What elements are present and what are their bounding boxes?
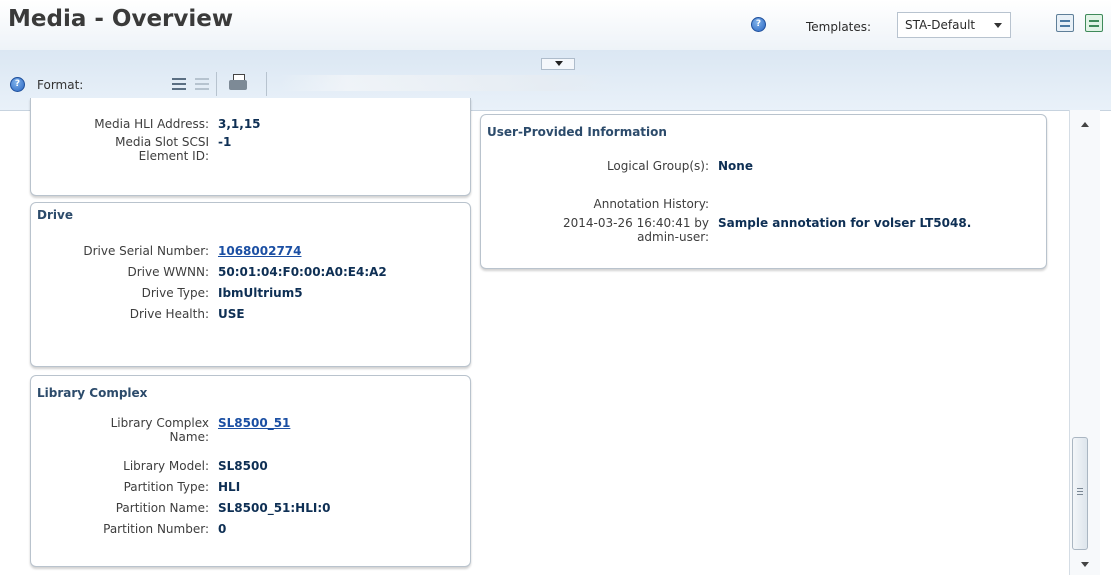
annotation-meta: 2014-03-26 16:40:41 by admin-user: xyxy=(563,216,709,244)
scroll-up-arrow-icon[interactable] xyxy=(1081,122,1089,127)
field-label: Drive Health: xyxy=(129,307,209,321)
field-label: Drive Type: xyxy=(141,286,209,300)
field-label: Media HLI Address: xyxy=(94,117,209,131)
grid-format-icon[interactable] xyxy=(195,78,209,90)
media-slot-scsi-value: -1 xyxy=(218,135,232,149)
library-model-value: SL8500 xyxy=(218,459,268,473)
list-format-icon[interactable] xyxy=(172,78,186,90)
format-help-icon[interactable]: ? xyxy=(10,77,25,92)
scroll-thumb[interactable] xyxy=(1072,437,1088,550)
help-icon[interactable]: ? xyxy=(751,17,766,32)
media-hli-address-value: 3,1,15 xyxy=(218,117,261,131)
format-label: Format: xyxy=(37,78,84,92)
panel-title: Drive xyxy=(37,208,73,222)
partition-type-value: HLI xyxy=(218,480,241,494)
templates-label: Templates: xyxy=(806,20,872,34)
grip-icon xyxy=(1077,488,1083,496)
drive-wwnn-value: 50:01:04:F0:00:A0:E4:A2 xyxy=(218,265,387,279)
chevron-down-icon xyxy=(994,23,1002,28)
toolbar-divider xyxy=(266,72,267,96)
annotation-text: Sample annotation for volser LT5048. xyxy=(718,216,972,230)
media-panel: Media HLI Address: 3,1,15 Media Slot SCS… xyxy=(30,98,471,196)
manage-template-icon[interactable] xyxy=(1085,14,1103,32)
field-label: Partition Number: xyxy=(103,522,209,536)
page-title: Media - Overview xyxy=(8,6,234,32)
field-label: Drive Serial Number: xyxy=(83,244,209,258)
print-icon[interactable] xyxy=(228,74,248,92)
logical-group-value: None xyxy=(718,159,753,173)
scroll-down-arrow-icon[interactable] xyxy=(1081,562,1089,567)
field-label: Partition Name: xyxy=(115,501,209,515)
panel-title: Library Complex xyxy=(37,386,148,400)
library-complex-name-link[interactable]: SL8500_51 xyxy=(218,416,290,430)
collapse-toggle-button[interactable] xyxy=(541,58,575,70)
user-provided-info-panel: User-Provided Information Logical Group(… xyxy=(480,114,1047,269)
field-label: Media Slot SCSI Element ID: xyxy=(115,135,209,163)
field-label: Partition Type: xyxy=(123,480,209,494)
field-label: Library Complex Name: xyxy=(110,416,209,444)
drive-type-value: IbmUltrium5 xyxy=(218,286,303,300)
field-label: Library Model: xyxy=(123,459,209,473)
title-bar: Media - Overview ? Templates: STA-Defaul… xyxy=(0,0,1111,50)
drive-health-value: USE xyxy=(218,307,245,321)
vertical-scrollbar[interactable] xyxy=(1069,110,1100,575)
toolbar-divider xyxy=(216,72,217,96)
panel-title: User-Provided Information xyxy=(487,125,667,139)
save-template-icon[interactable] xyxy=(1056,14,1074,32)
templates-selected-value: STA-Default xyxy=(905,18,976,32)
blurred-toolbar-area xyxy=(280,75,615,91)
drive-serial-number-link[interactable]: 1068002774 xyxy=(218,244,302,258)
partition-number-value: 0 xyxy=(218,522,227,536)
field-label: Drive WWNN: xyxy=(127,265,209,279)
drive-panel: Drive Drive Serial Number: 1068002774 Dr… xyxy=(30,202,471,367)
library-complex-panel: Library Complex Library Complex Name: SL… xyxy=(30,375,471,567)
field-label: Logical Group(s): xyxy=(606,159,709,173)
templates-dropdown[interactable]: STA-Default xyxy=(897,12,1011,38)
partition-name-value: SL8500_51:HLI:0 xyxy=(218,501,331,515)
field-label: Annotation History: xyxy=(593,197,709,211)
